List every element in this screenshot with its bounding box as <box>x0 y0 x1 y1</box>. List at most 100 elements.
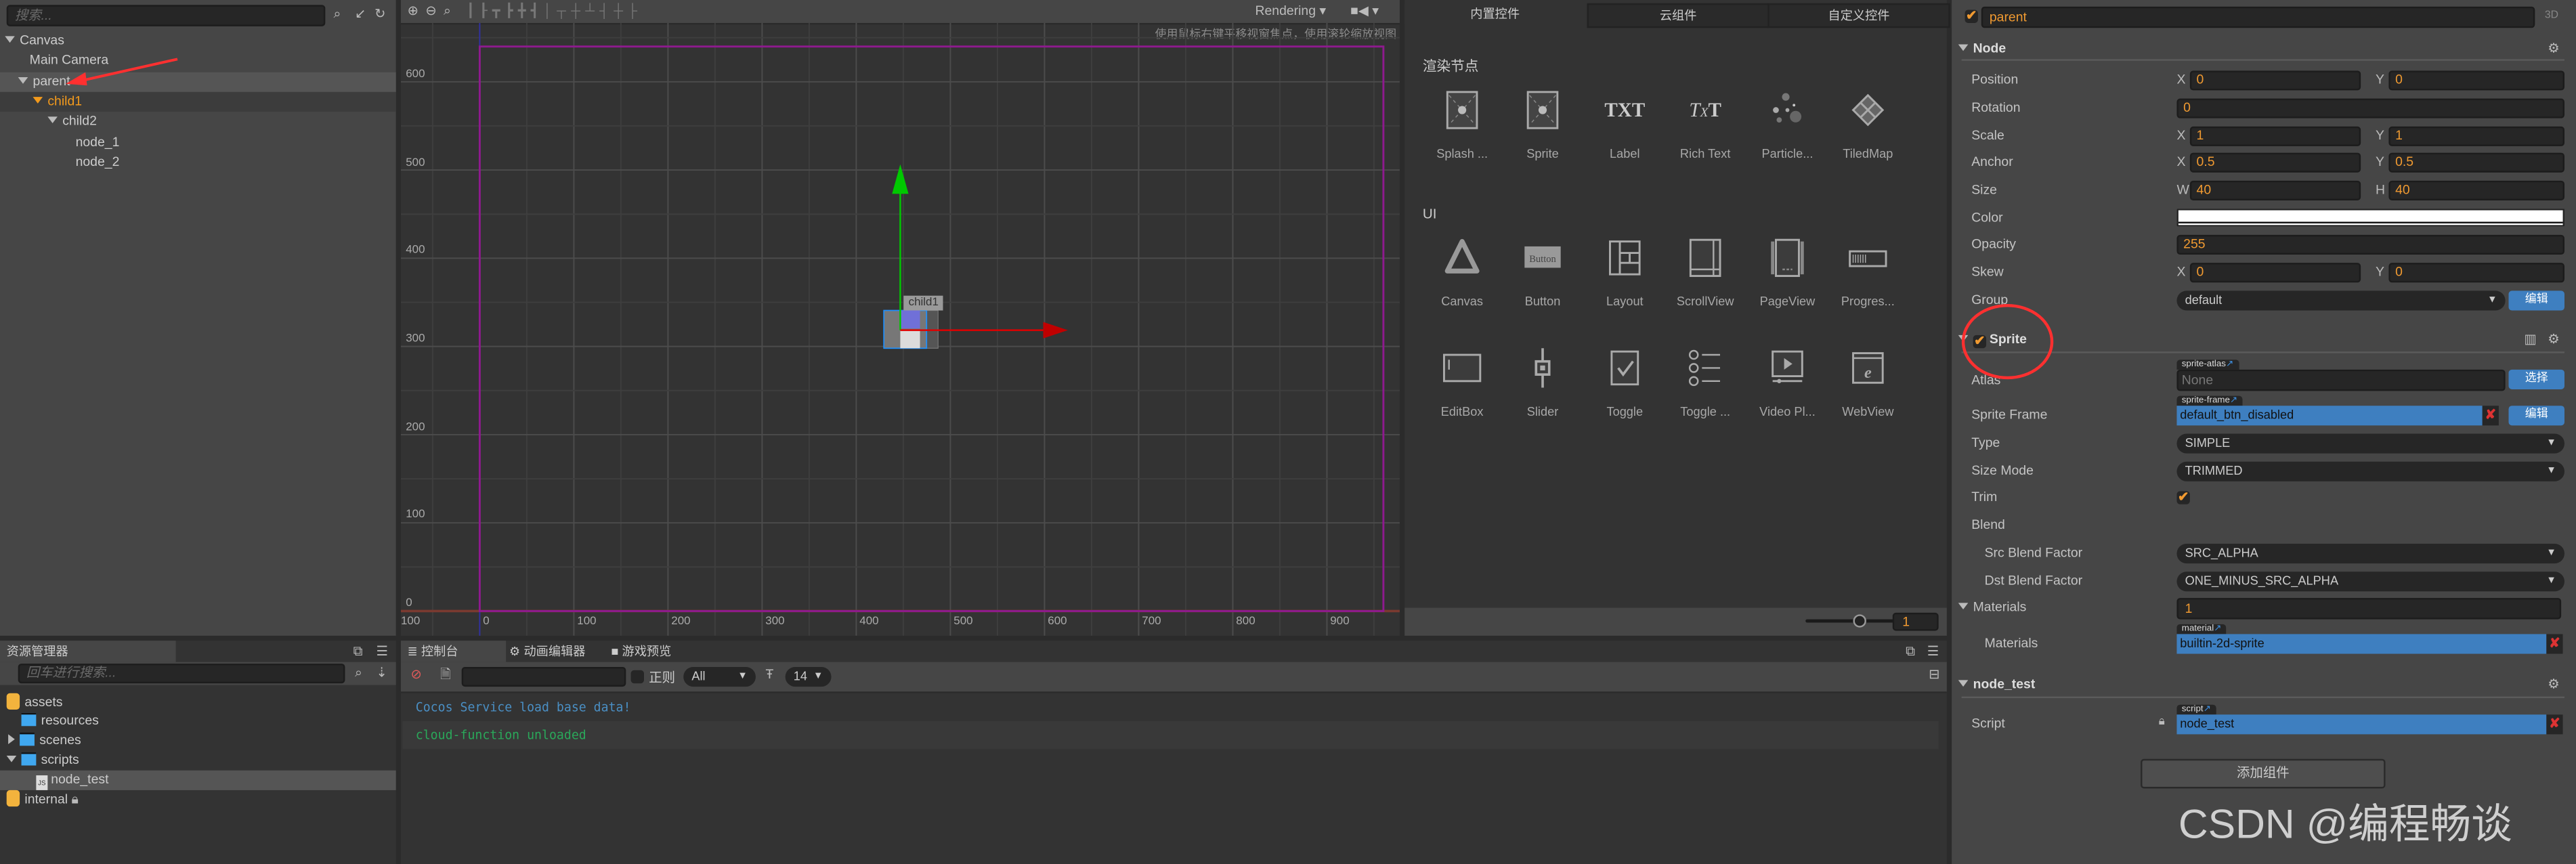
library-item-scrollview[interactable]: ScrollView <box>1666 236 1744 309</box>
sprite-frame-field[interactable]: default_btn_disabled <box>2176 406 2483 426</box>
assets-tab[interactable]: 资源管理器 <box>0 641 176 662</box>
library-item-tiledmap[interactable]: TiledMap <box>1828 89 1907 161</box>
dst-blend-select[interactable]: ONE_MINUS_SRC_ALPHA ▼ <box>2176 571 2564 592</box>
library-item-sprite[interactable]: Sprite <box>1503 89 1582 161</box>
zoom-slider-handle[interactable] <box>1853 614 1866 628</box>
menu-icon[interactable]: ☰ <box>1927 644 1939 660</box>
popout-icon[interactable]: ⧉ <box>353 644 363 660</box>
tab-animation-editor[interactable]: ⚙ 动画编辑器 <box>509 641 585 662</box>
clear-icon[interactable]: ✘ <box>2546 714 2563 735</box>
library-tab-builtin[interactable]: 内置控件 <box>1404 3 1586 25</box>
materials-count-input[interactable]: 1 <box>2176 598 2562 620</box>
library-item-label[interactable]: TXT Label <box>1585 89 1664 161</box>
library-item-progres[interactable]: Progres... <box>1828 236 1907 309</box>
group-select[interactable]: default ▼ <box>2176 290 2506 311</box>
collapse-icon[interactable]: ⊟ <box>1929 667 1939 683</box>
tab-game-preview[interactable]: ■ 游戏预览 <box>611 641 671 662</box>
opacity-input[interactable]: 255 <box>2176 234 2564 255</box>
gear-icon[interactable]: ⚙ <box>2548 332 2559 347</box>
color-swatch[interactable] <box>2176 209 2564 227</box>
library-tab-cloud[interactable]: 云组件 <box>1587 3 1769 28</box>
expand-arrow-icon[interactable] <box>1958 603 1969 610</box>
regex-checkbox[interactable] <box>630 670 644 684</box>
position-x-input[interactable]: 0 <box>2189 70 2361 91</box>
3d-toggle[interactable]: 3D <box>2545 10 2558 22</box>
library-tab-custom[interactable]: 自定义控件 <box>1767 3 1950 28</box>
library-item-webview[interactable]: e WebView <box>1828 347 1907 419</box>
zoom-reset-icon[interactable]: ⌕ <box>444 3 451 20</box>
library-item-editbox[interactable]: EditBox <box>1423 347 1501 419</box>
external-link-icon[interactable]: ↗ <box>2214 624 2221 634</box>
sprite-frame-edit-button[interactable]: 编辑 <box>2508 406 2564 426</box>
skew-x-input[interactable]: 0 <box>2189 263 2361 283</box>
anchor-x-input[interactable]: 0.5 <box>2189 152 2361 173</box>
asset-internal[interactable]: internal 🔒︎ <box>0 790 396 810</box>
library-item-video-pl[interactable]: Video Pl... <box>1748 347 1826 419</box>
add-component-button[interactable]: 添加组件 <box>2141 758 2386 789</box>
node-section-header[interactable]: Node <box>1958 41 2563 56</box>
external-link-icon[interactable]: ↗ <box>2226 360 2233 370</box>
expand-arrow-icon[interactable] <box>1958 680 1969 687</box>
expand-arrow-icon[interactable] <box>8 734 15 744</box>
group-edit-button[interactable]: 编辑 <box>2508 290 2564 311</box>
library-item-particle[interactable]: Particle... <box>1748 89 1826 161</box>
sort-icon[interactable]: ⇣ <box>377 666 387 682</box>
scale-x-input[interactable]: 1 <box>2189 126 2361 146</box>
camera-icon[interactable]: ■◀ ▾ <box>1350 3 1379 20</box>
trim-checkbox[interactable]: ✔ <box>2176 490 2190 504</box>
node-active-checkbox[interactable]: ✔ <box>1965 9 1978 23</box>
tree-node-node-2[interactable]: node_2 <box>0 153 396 173</box>
library-item-pageview[interactable]: PageView <box>1748 236 1826 309</box>
clear-icon[interactable]: ✘ <box>2546 634 2563 654</box>
size-mode-select[interactable]: TRIMMED ▼ <box>2176 461 2564 481</box>
log-level-select[interactable]: All ▼ <box>683 666 756 687</box>
asset-node-test[interactable]: JS node_test <box>0 770 396 790</box>
clear-icon[interactable]: ⊘ <box>411 667 422 683</box>
gear-icon[interactable]: ⚙ <box>2548 677 2559 692</box>
anchor-y-input[interactable]: 0.5 <box>2388 152 2564 173</box>
library-item-toggle[interactable]: Toggle <box>1585 347 1664 419</box>
library-item-toggle[interactable]: Toggle ... <box>1666 347 1744 419</box>
library-item-rich-text[interactable]: TXT Rich Text <box>1666 89 1744 161</box>
menu-icon[interactable]: ☰ <box>377 644 388 660</box>
font-size-select[interactable]: 14 ▼ <box>785 666 832 687</box>
render-mode-dropdown[interactable]: Rendering ▾ <box>1255 3 1326 18</box>
popout-icon[interactable]: ⧉ <box>1906 644 1915 660</box>
node-test-section-header[interactable]: node_test <box>1958 677 2563 691</box>
asset-scenes[interactable]: scenes <box>0 731 396 751</box>
library-item-slider[interactable]: Slider <box>1503 347 1582 419</box>
library-item-button[interactable]: Button Button <box>1503 236 1582 309</box>
materials-group-label[interactable]: Materials <box>1958 599 2026 614</box>
library-item-canvas[interactable]: Canvas <box>1423 236 1501 309</box>
scene-panel[interactable]: ⊕ ⊖ ⌕ ┃┠┳┣╋┫│┬┼┴┤┼├ Rendering ▾ ■◀ ▾ 使用鼠… <box>400 0 1453 636</box>
external-link-icon[interactable]: ↗ <box>2230 396 2237 406</box>
help-book-icon[interactable]: ▥ <box>2524 332 2536 347</box>
position-y-input[interactable]: 0 <box>2388 70 2564 91</box>
zoom-in-icon[interactable]: ⊕ <box>408 3 418 20</box>
asset-assets[interactable]: assets <box>0 693 396 713</box>
clear-icon[interactable]: ✘ <box>2482 406 2499 426</box>
gear-icon[interactable]: ⚙ <box>2548 41 2559 56</box>
size-w-input[interactable]: 40 <box>2189 180 2361 200</box>
type-select[interactable]: SIMPLE ▼ <box>2176 433 2564 454</box>
expand-arrow-icon[interactable] <box>6 755 17 762</box>
search-icon[interactable]: ⌕ <box>355 666 362 682</box>
console-filter-input[interactable] <box>461 666 626 687</box>
scale-y-input[interactable]: 1 <box>2388 126 2564 146</box>
src-blend-select[interactable]: SRC_ALPHA ▼ <box>2176 544 2564 564</box>
library-item-splash[interactable]: Splash ... <box>1423 89 1501 161</box>
open-log-file-icon[interactable]: 🗎︎ <box>440 667 451 683</box>
zoom-value-input[interactable]: 1 <box>1892 612 1939 631</box>
atlas-field[interactable]: None <box>2176 369 2506 391</box>
skew-y-input[interactable]: 0 <box>2388 263 2564 283</box>
asset-scripts[interactable]: scripts <box>0 751 396 771</box>
library-item-layout[interactable]: Layout <box>1585 236 1664 309</box>
align-tools-icons[interactable]: ┃┠┳┣╋┫│┬┼┴┤┼├ <box>467 3 642 20</box>
expand-arrow-icon[interactable] <box>1958 44 1969 51</box>
tree-node-node-1[interactable]: node_1 <box>0 133 396 153</box>
external-link-icon[interactable]: ↗ <box>2204 705 2211 715</box>
material-field[interactable]: builtin-2d-sprite <box>2176 634 2547 654</box>
rotation-input[interactable]: 0 <box>2176 98 2564 118</box>
node-name-input[interactable]: parent <box>1981 6 2535 28</box>
script-field[interactable]: node_test <box>2176 714 2547 735</box>
